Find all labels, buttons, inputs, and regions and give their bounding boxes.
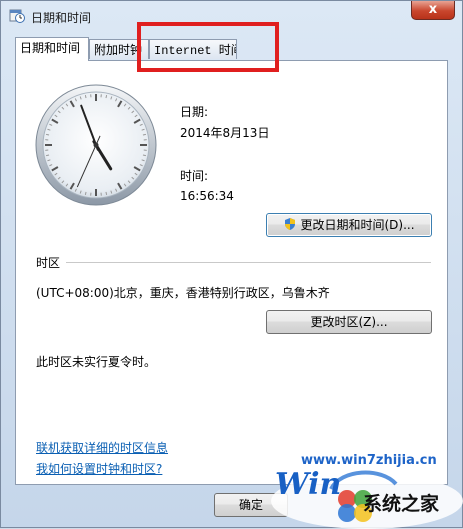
timezone-info-link[interactable]: 联机获取详细的时区信息 — [36, 439, 168, 456]
tab-label: 附加时钟 — [94, 43, 142, 57]
tab-panel: 日期: 2014年8月13日 时间: 16:56:34 更改日期和时间(D)..… — [15, 60, 448, 485]
change-datetime-label: 更改日期和时间(D)... — [300, 218, 414, 232]
timezone-value: (UTC+08:00)北京，重庆，香港特别行政区，乌鲁木齐 — [36, 284, 330, 301]
change-datetime-button[interactable]: 更改日期和时间(D)... — [266, 213, 432, 237]
uac-shield-icon — [283, 217, 297, 231]
timezone-header: 时区 — [36, 254, 60, 271]
date-time-dialog: 日期和时间 x 日期和时间 附加时钟 Internet 时间 — [0, 0, 463, 528]
clock-minute-tick — [46, 134, 49, 135]
date-value: 2014年8月13日 — [180, 124, 269, 141]
time-value: 16:56:34 — [180, 189, 234, 203]
watermark-url: www.win7zhijia.cn — [301, 453, 437, 468]
ok-label: 确定 — [239, 498, 263, 512]
date-label: 日期: — [180, 103, 208, 120]
clock-center — [94, 143, 99, 148]
time-label: 时间: — [180, 167, 208, 184]
window-title: 日期和时间 — [31, 9, 91, 26]
clock-minute-tick — [85, 95, 86, 98]
close-button[interactable]: x — [411, 1, 455, 20]
watermark-brand: 系统之家 — [363, 489, 439, 516]
analog-clock — [34, 83, 158, 207]
tab-date-time[interactable]: 日期和时间 — [15, 37, 89, 61]
clock-minute-tick — [85, 192, 86, 195]
clock-calendar-icon — [9, 7, 25, 23]
clock-minute-tick — [46, 155, 49, 156]
tab-label: 日期和时间 — [20, 41, 80, 55]
clock-minute-tick — [106, 192, 107, 195]
close-icon: x — [429, 2, 437, 17]
clock-minute-tick — [143, 134, 146, 135]
change-timezone-button[interactable]: 更改时区(Z)... — [266, 310, 432, 334]
clock-minute-tick — [143, 155, 146, 156]
dst-note: 此时区未实行夏令时。 — [36, 353, 156, 370]
timezone-divider — [66, 262, 431, 263]
howto-link[interactable]: 我如何设置时钟和时区? — [36, 460, 162, 477]
watermark-win-text: Win — [275, 467, 341, 502]
change-timezone-label: 更改时区(Z)... — [310, 315, 387, 329]
clock-minute-tick — [106, 95, 107, 98]
highlight-box — [137, 22, 279, 72]
